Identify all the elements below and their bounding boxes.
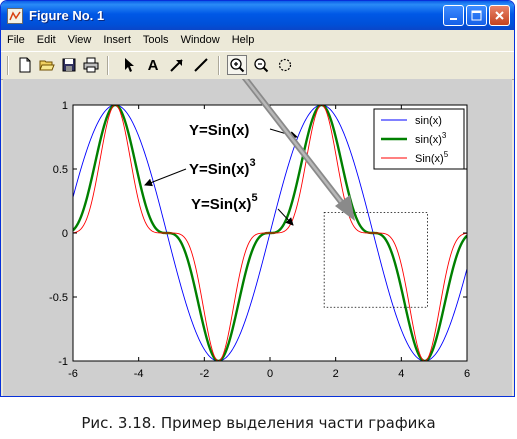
menu-help[interactable]: Help	[226, 34, 261, 46]
x-tick-label: 4	[398, 368, 404, 380]
open-file-button[interactable]	[37, 55, 57, 75]
text-A-icon: A	[147, 56, 159, 74]
menu-view[interactable]: View	[62, 34, 98, 46]
x-tick-label: -6	[68, 368, 78, 380]
caption-text: Пример выделения части графика	[156, 414, 436, 432]
print-icon	[83, 57, 99, 73]
select-arrow-button[interactable]	[119, 55, 139, 75]
save-icon	[62, 58, 76, 72]
x-tick-label: 6	[464, 368, 470, 380]
figure-toolbar: A	[1, 51, 514, 80]
open-folder-icon	[39, 60, 55, 71]
y-tick-label: -0.5	[49, 292, 68, 304]
title-bar[interactable]: Figure No. 1	[1, 1, 514, 30]
minimize-icon	[449, 17, 457, 20]
line-draw-icon	[194, 58, 208, 72]
rotate-3d-button[interactable]	[275, 55, 295, 75]
y-tick-label: 0.5	[53, 164, 68, 176]
maximize-icon	[471, 10, 482, 21]
menu-tools[interactable]: Tools	[137, 34, 175, 46]
save-button[interactable]	[59, 55, 79, 75]
zoom-in-button[interactable]	[227, 55, 247, 75]
caption-number: Рис. 3.18.	[81, 414, 157, 432]
toolbar-separator	[107, 56, 109, 75]
insert-text-button[interactable]: A	[143, 55, 163, 75]
annotation-sin[interactable]: Y=Sin(x)	[189, 122, 249, 139]
arrow-select-icon	[125, 58, 134, 72]
toolbar-separator	[218, 56, 220, 75]
close-button[interactable]	[489, 5, 510, 26]
y-tick-label: -1	[58, 356, 68, 368]
matlab-figure-icon	[7, 7, 23, 24]
annotation-sin3[interactable]: Y=Sin(x)3	[189, 157, 256, 178]
zoom-in-icon	[230, 58, 245, 73]
arrow-draw-icon	[170, 59, 183, 72]
insert-line-button[interactable]	[191, 55, 211, 75]
window-title: Figure No. 1	[29, 8, 105, 23]
x-tick-label: 0	[267, 368, 273, 380]
legend[interactable]: sin(x) sin(x)3 Sin(x)5	[373, 108, 465, 170]
figure-caption: Рис. 3.18. Пример выделения части график…	[0, 414, 517, 432]
figure-window: Figure No. 1 File Edit View Insert Tools…	[0, 0, 515, 397]
maximize-button[interactable]	[466, 5, 487, 26]
minimize-button[interactable]	[443, 5, 464, 26]
insert-arrow-button[interactable]	[167, 55, 187, 75]
x-tick-label: 2	[333, 368, 339, 380]
zoom-out-icon	[254, 58, 269, 73]
toolbar-grip	[7, 56, 9, 75]
figure-canvas[interactable]: -6 -4 -2 0 2 4 6 -1 -0.5 0 0.5 1 sin(x) sin(x)3 Si…	[3, 79, 512, 396]
menu-window[interactable]: Window	[175, 34, 226, 46]
plot-svg[interactable]: -6 -4 -2 0 2 4 6 -1 -0.5 0 0.5 1 sin(x) sin(x)3 Si…	[3, 79, 512, 396]
close-icon	[495, 11, 504, 20]
menu-file[interactable]: File	[1, 34, 31, 46]
x-tick-label: -2	[199, 368, 209, 380]
new-file-icon	[19, 57, 31, 73]
x-tick-label: -4	[134, 368, 144, 380]
zoom-out-button[interactable]	[251, 55, 271, 75]
y-tick-label: 0	[62, 228, 68, 240]
menu-insert[interactable]: Insert	[97, 34, 137, 46]
legend-entry-sin5: Sin(x)5	[415, 150, 449, 165]
legend-entry-sin: sin(x)	[415, 115, 442, 127]
menu-bar: File Edit View Insert Tools Window Help	[1, 30, 514, 50]
new-file-button[interactable]	[15, 55, 35, 75]
y-tick-label: 1	[62, 100, 68, 112]
annotation-sin5[interactable]: Y=Sin(x)5	[191, 192, 258, 213]
rotate-3d-icon	[278, 58, 292, 72]
menu-edit[interactable]: Edit	[31, 34, 62, 46]
print-button[interactable]	[81, 55, 101, 75]
